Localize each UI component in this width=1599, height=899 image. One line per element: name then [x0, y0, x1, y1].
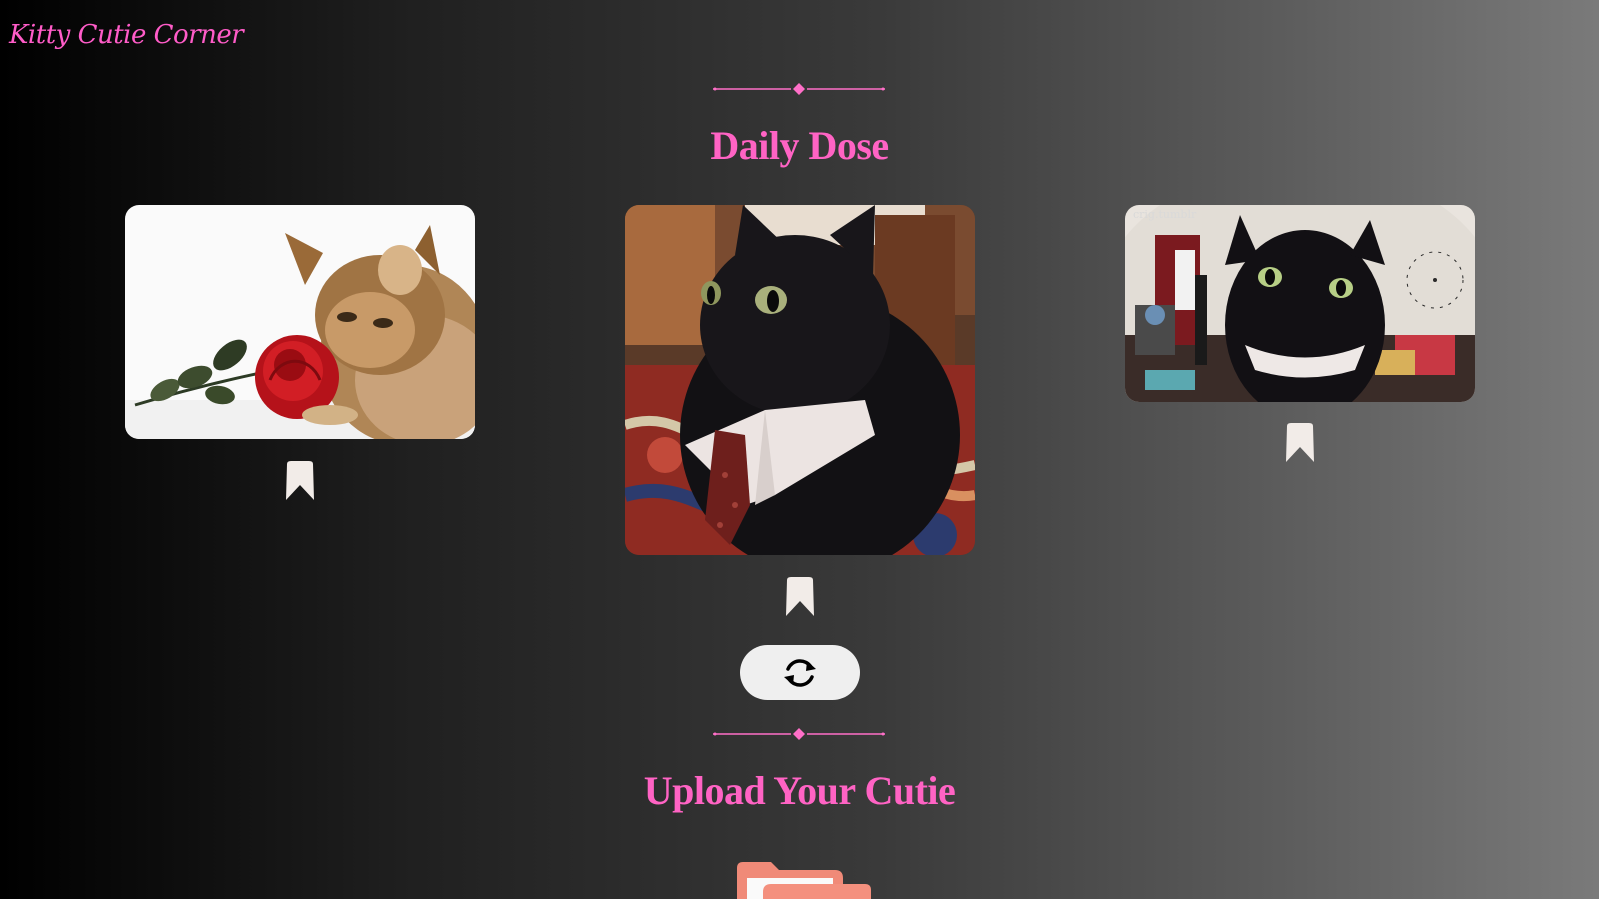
- folder-icon: [737, 862, 871, 899]
- bookmark-icon[interactable]: [1283, 422, 1317, 464]
- daily-dose-heading: Daily Dose: [710, 123, 889, 168]
- cat-photo-card[interactable]: crig.tumblr: [1125, 205, 1475, 402]
- bookmark-icon[interactable]: [283, 460, 317, 502]
- bookmark-icon[interactable]: [783, 576, 817, 618]
- section-divider: [713, 83, 885, 95]
- refresh-icon: [784, 658, 816, 687]
- cat-photo-card[interactable]: [125, 205, 475, 439]
- section-divider: [713, 728, 885, 740]
- cat-photo-card[interactable]: [625, 205, 975, 555]
- upload-heading: Upload Your Cutie: [643, 768, 956, 813]
- black-cat-in-collar-photo: [625, 205, 975, 555]
- black-cat-fisheye-photo: crig.tumblr: [1125, 205, 1475, 402]
- refresh-button[interactable]: [740, 645, 860, 700]
- upload-folder-button[interactable]: [735, 858, 875, 899]
- kitten-with-rose-photo: [125, 205, 475, 439]
- photo-watermark: crig.tumblr: [1133, 208, 1197, 221]
- site-title[interactable]: Kitty Cutie Corner: [9, 20, 244, 50]
